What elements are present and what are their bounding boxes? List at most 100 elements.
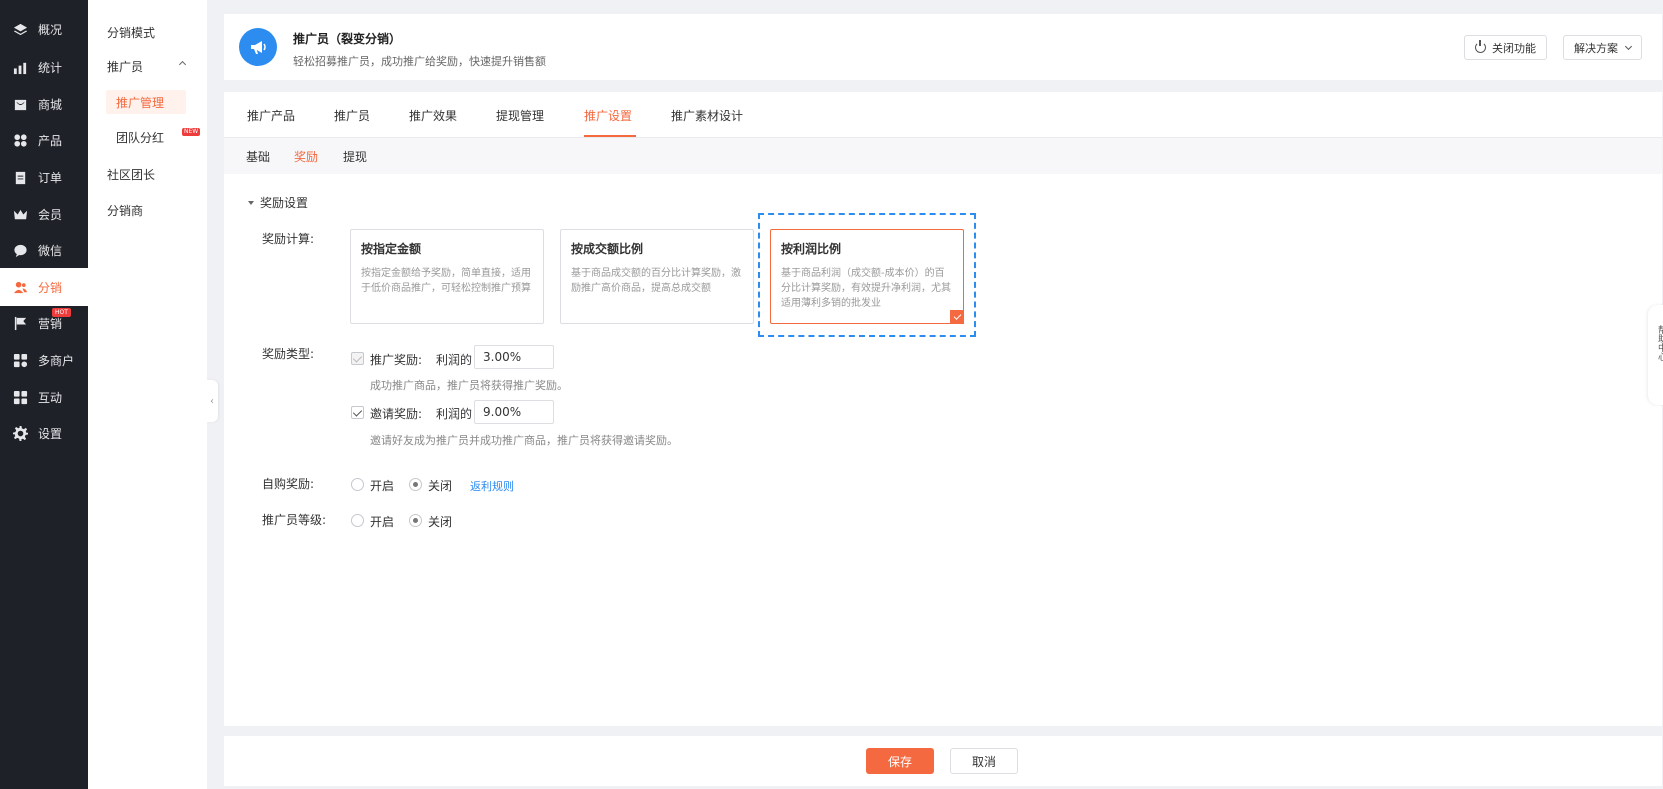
nav-item-label: 分销 — [38, 280, 63, 295]
subnav-label: 分销模式 — [107, 25, 156, 40]
tab-withdrawal-management[interactable]: 提现管理 — [496, 107, 544, 124]
layers-icon — [12, 21, 28, 37]
cancel-button[interactable]: 取消 — [950, 748, 1018, 774]
option-sales-ratio[interactable]: 按成交额比例 基于商品成交额的百分比计算奖励，激励推广高价商品，提高总成交额 — [560, 229, 754, 324]
nav-item-label: 产品 — [38, 133, 63, 148]
close-feature-label: 关闭功能 — [1492, 41, 1536, 55]
invite-reward-input[interactable] — [474, 400, 554, 424]
subtab-basic[interactable]: 基础 — [246, 148, 270, 165]
new-badge: NEW — [182, 127, 201, 136]
rebate-rules-link[interactable]: 返利规则 — [470, 478, 514, 494]
solutions-dropdown[interactable]: 解决方案 — [1563, 35, 1642, 60]
tab-bar: 推广产品 推广员 推广效果 提现管理 推广设置 推广素材设计 — [224, 92, 1662, 138]
tab-promoters[interactable]: 推广员 — [334, 107, 370, 124]
users-icon — [12, 279, 28, 295]
nav-item-label: 概况 — [38, 22, 63, 37]
reward-type-label: 奖励类型: — [262, 347, 315, 361]
app-title: 推广员（裂变分销） — [293, 32, 402, 46]
tab-promotion-effect[interactable]: 推广效果 — [409, 107, 457, 124]
save-button[interactable]: 保存 — [866, 748, 934, 774]
shop-icon — [12, 96, 28, 112]
subnav-item-community-leader[interactable]: 社区团长 — [88, 162, 207, 186]
self-buy-off-radio[interactable] — [409, 478, 422, 491]
help-float-tab[interactable]: 帮助中心 — [1648, 305, 1663, 405]
chevron-down-icon — [1624, 42, 1633, 50]
promo-profit-label: 利润的 — [436, 353, 473, 367]
self-buy-on-radio[interactable] — [351, 478, 364, 491]
nav-item-label: 微信 — [38, 243, 63, 258]
subnav-item-team-dividend[interactable]: 团队分红 NEW — [88, 125, 207, 149]
main-nav: 概况 统计 商城 产品 订单 会员 微信 分销 营销 HOT 多商户 互动 设置 — [0, 0, 88, 789]
subnav-item-promotion-management[interactable]: 推广管理 — [106, 90, 186, 114]
subnav-item-distribution-mode[interactable]: 分销模式 — [88, 20, 207, 44]
section-title: 奖励设置 — [260, 196, 309, 210]
option-desc: 基于商品成交额的百分比计算奖励，激励推广高价商品，提高总成交额 — [571, 268, 741, 294]
nav-item-label: 统计 — [38, 60, 63, 75]
close-feature-button[interactable]: 关闭功能 — [1464, 35, 1547, 60]
nav-item-label: 多商户 — [38, 353, 75, 368]
nav-item-stats[interactable]: 统计 — [0, 48, 88, 86]
promo-reward-checkbox[interactable] — [351, 352, 364, 365]
nav-item-distribution[interactable]: 分销 — [0, 268, 88, 306]
option-title: 按成交额比例 — [571, 242, 644, 256]
subnav-item-promoter[interactable]: 推广员 — [88, 54, 207, 78]
nav-item-label: 互动 — [38, 390, 63, 405]
nav-item-wechat[interactable]: 微信 — [0, 231, 88, 269]
sub-nav: 分销模式 推广员 推广管理 团队分红 NEW 社区团长 分销商 — [88, 0, 207, 789]
subnav-label: 分销商 — [107, 203, 144, 218]
nav-item-orders[interactable]: 订单 — [0, 158, 88, 196]
option-fixed-amount[interactable]: 按指定金额 按指定金额给予奖励，简单直接，适用于低价商品推广，可轻松控制推广预算 — [350, 229, 544, 324]
store-icon — [12, 352, 28, 368]
nav-item-members[interactable]: 会员 — [0, 195, 88, 233]
promo-reward-input[interactable] — [474, 345, 554, 369]
nav-item-label: 营销 — [38, 316, 63, 331]
tab-promoted-products[interactable]: 推广产品 — [247, 107, 295, 124]
subnav-label: 社区团长 — [107, 167, 156, 182]
subnav-label: 团队分红 — [116, 130, 165, 145]
invite-reward-hint: 邀请好友成为推广员并成功推广商品，推广员将获得邀请奖励。 — [370, 434, 678, 447]
interact-icon — [12, 389, 28, 405]
nav-item-shop[interactable]: 商城 — [0, 85, 88, 123]
nav-item-label: 商城 — [38, 97, 63, 112]
option-desc: 按指定金额给予奖励，简单直接，适用于低价商品推广，可轻松控制推广预算 — [361, 268, 531, 294]
self-buy-off-label: 关闭 — [428, 479, 453, 493]
subtab-reward[interactable]: 奖励 — [294, 148, 318, 165]
nav-item-merchants[interactable]: 多商户 — [0, 341, 88, 379]
option-profit-ratio[interactable]: 按利润比例 基于商品利润（成交额-成本价）的百分比计算奖励，有效提升净利润，尤其… — [770, 229, 964, 324]
wechat-icon — [12, 242, 28, 258]
check-icon — [950, 310, 964, 324]
collapse-sidebar-button[interactable]: ‹ — [206, 380, 218, 422]
nav-item-products[interactable]: 产品 — [0, 121, 88, 159]
invite-profit-label: 利润的 — [436, 407, 473, 421]
clipboard-icon — [12, 169, 28, 185]
tab-material-design[interactable]: 推广素材设计 — [671, 107, 743, 124]
subnav-label-wrap: 团队分红 NEW — [116, 127, 201, 146]
tab-promotion-settings[interactable]: 推广设置 — [584, 107, 632, 124]
invite-reward-checkbox[interactable] — [351, 406, 364, 419]
reward-calc-label: 奖励计算: — [262, 232, 315, 246]
nav-item-interaction[interactable]: 互动 — [0, 378, 88, 416]
invite-reward-label: 邀请奖励: — [370, 407, 423, 421]
chart-icon — [12, 59, 28, 75]
promo-reward-hint: 成功推广商品，推广员将获得推广奖励。 — [370, 379, 568, 392]
subnav-label: 推广管理 — [116, 95, 165, 110]
section-reward-settings[interactable]: 奖励设置 — [248, 194, 308, 211]
subnav-item-distributor[interactable]: 分销商 — [88, 198, 207, 222]
level-off-radio[interactable] — [409, 514, 422, 527]
option-title: 按指定金额 — [361, 242, 422, 256]
self-buy-label: 自购奖励: — [262, 477, 315, 491]
megaphone-icon — [239, 28, 277, 66]
crown-icon — [12, 206, 28, 222]
option-title: 按利润比例 — [781, 242, 842, 256]
nav-item-label: 设置 — [38, 426, 63, 441]
self-buy-on-label: 开启 — [370, 479, 395, 493]
level-on-radio[interactable] — [351, 514, 364, 527]
nav-item-overview[interactable]: 概况 — [0, 10, 88, 48]
subtab-withdraw[interactable]: 提现 — [343, 148, 367, 165]
level-on-label: 开启 — [370, 515, 395, 529]
chevron-up-icon — [178, 60, 187, 69]
gear-icon — [12, 425, 28, 441]
nav-item-settings[interactable]: 设置 — [0, 414, 88, 452]
subnav-label: 推广员 — [107, 59, 144, 74]
nav-item-marketing[interactable]: 营销 HOT — [0, 304, 88, 342]
